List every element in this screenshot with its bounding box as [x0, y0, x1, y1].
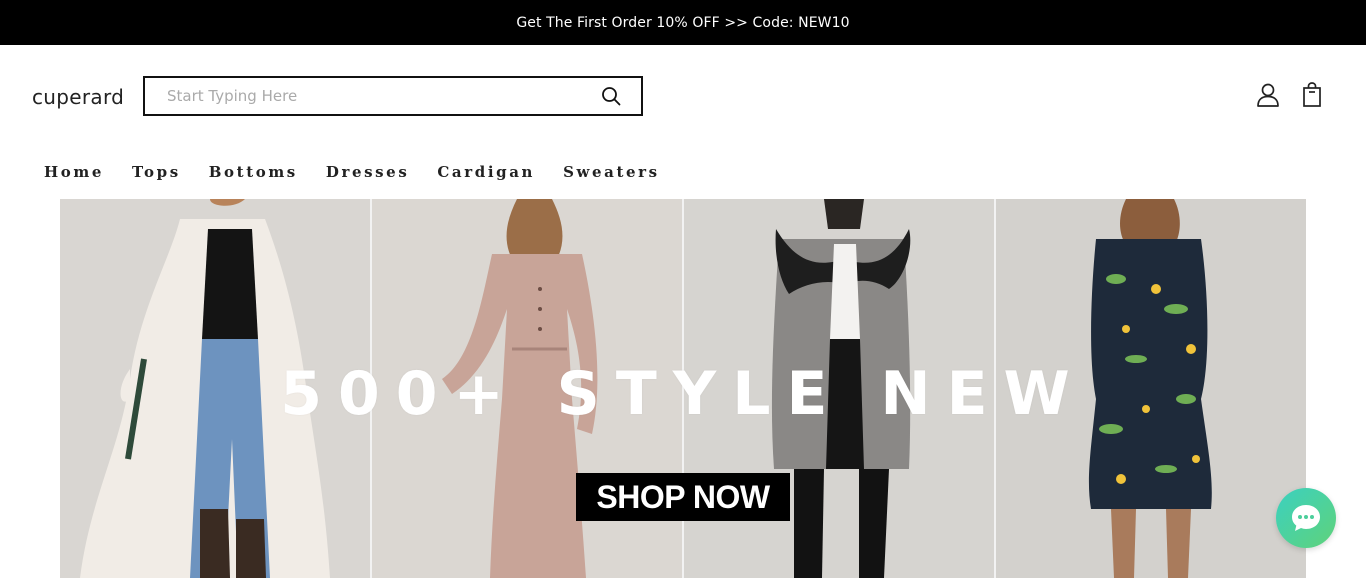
nav-item-home[interactable]: Home — [44, 163, 104, 185]
nav-item-bottoms[interactable]: Bottoms — [209, 163, 298, 185]
search-input[interactable] — [145, 78, 581, 114]
search-box — [143, 76, 643, 116]
shopping-bag-icon — [1303, 82, 1321, 107]
promo-text: Get The First Order 10% OFF >> Code: NEW… — [516, 14, 850, 31]
site-logo[interactable]: cuperard — [32, 85, 124, 109]
hero-banner[interactable]: 500+ STYLE NEW SHOP NOW — [60, 199, 1306, 578]
nav-item-dresses[interactable]: Dresses — [326, 163, 410, 185]
search-icon — [602, 87, 621, 106]
nav-item-tops[interactable]: Tops — [132, 163, 181, 185]
chat-bubble-icon — [1292, 505, 1320, 531]
chat-button[interactable] — [1276, 488, 1336, 548]
user-icon — [1257, 83, 1279, 107]
shop-now-button[interactable]: SHOP NOW — [576, 473, 790, 521]
search-button[interactable] — [581, 78, 641, 114]
cart-button[interactable] — [1300, 82, 1324, 108]
account-button[interactable] — [1255, 82, 1281, 108]
hero-title: 500+ STYLE NEW — [280, 359, 1086, 429]
main-nav: Home Tops Bottoms Dresses Cardigan Sweat… — [44, 163, 660, 185]
promo-bar: Get The First Order 10% OFF >> Code: NEW… — [0, 0, 1366, 45]
header: cuperard — [0, 45, 1366, 150]
nav-item-cardigan[interactable]: Cardigan — [437, 163, 535, 185]
nav-item-sweaters[interactable]: Sweaters — [563, 163, 660, 185]
